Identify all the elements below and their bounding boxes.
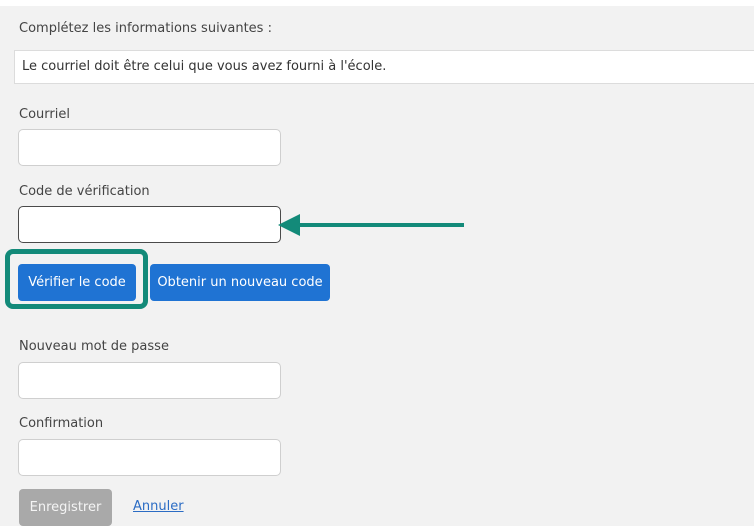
- save-button[interactable]: Enregistrer: [19, 489, 112, 526]
- email-label: Courriel: [19, 107, 70, 122]
- form-intro-text: Complétez les informations suivantes :: [19, 21, 272, 36]
- cancel-link[interactable]: Annuler: [133, 499, 184, 514]
- verify-code-button[interactable]: Vérifier le code: [18, 264, 136, 301]
- confirmation-input[interactable]: [18, 439, 281, 476]
- new-password-label: Nouveau mot de passe: [19, 339, 169, 354]
- verification-code-label: Code de vérification: [19, 184, 150, 199]
- arrow-annotation-icon: [278, 214, 464, 236]
- confirmation-label: Confirmation: [19, 416, 104, 431]
- verification-code-input[interactable]: [18, 206, 281, 243]
- email-notice-banner: Le courriel doit être celui que vous ave…: [14, 50, 754, 84]
- get-new-code-button[interactable]: Obtenir un nouveau code: [150, 264, 330, 301]
- email-input[interactable]: [18, 129, 281, 166]
- password-reset-form: Complétez les informations suivantes : L…: [0, 0, 754, 526]
- new-password-input[interactable]: [18, 362, 281, 399]
